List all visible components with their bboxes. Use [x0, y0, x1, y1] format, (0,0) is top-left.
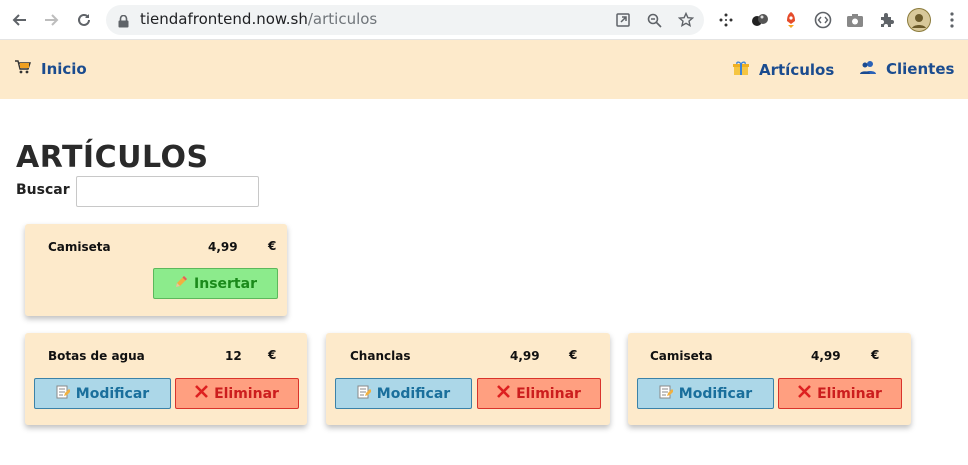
cross-icon — [195, 385, 208, 402]
star-icon[interactable] — [677, 11, 695, 29]
zoom-icon[interactable] — [645, 11, 663, 29]
article-price: 4,99 — [208, 240, 238, 254]
modify-button[interactable]: Modificar — [34, 378, 171, 409]
delete-label: Eliminar — [214, 385, 279, 402]
article-card: Chanclas 4,99 € Modificar Eliminar — [326, 333, 610, 425]
extension-balls-icon[interactable] — [750, 10, 770, 30]
currency-symbol: € — [268, 348, 277, 362]
delete-button[interactable]: Eliminar — [175, 378, 299, 409]
memo-icon — [357, 385, 372, 403]
article-card: Camiseta 4,99 € Modificar Eliminar — [628, 333, 911, 425]
shopping-cart-icon — [15, 60, 31, 78]
open-in-app-icon[interactable] — [614, 11, 632, 29]
modify-button[interactable]: Modificar — [637, 378, 774, 409]
users-icon — [860, 60, 876, 78]
app-navbar: Inicio Artículos Clientes — [0, 40, 968, 99]
gift-icon — [733, 60, 749, 80]
profile-avatar-icon[interactable] — [907, 8, 931, 32]
nav-link-articles[interactable]: Artículos — [733, 60, 834, 80]
modify-label: Modificar — [376, 385, 451, 402]
search-input[interactable] — [76, 176, 259, 207]
insert-button[interactable]: Insertar — [153, 268, 278, 299]
delete-label: Eliminar — [516, 385, 581, 402]
article-card: Botas de agua 12 € Modificar Eliminar — [25, 333, 307, 425]
search-label: Buscar — [16, 182, 70, 198]
currency-symbol: € — [268, 239, 277, 253]
nav-clients-label: Clientes — [886, 60, 955, 78]
memo-icon — [659, 385, 674, 403]
nav-link-home[interactable]: Inicio — [15, 60, 87, 78]
delete-button[interactable]: Eliminar — [477, 378, 601, 409]
extension-rocket-icon[interactable] — [781, 10, 801, 30]
nav-home-label: Inicio — [41, 60, 87, 78]
currency-symbol: € — [871, 348, 880, 362]
memo-icon — [56, 385, 71, 403]
puzzle-icon[interactable] — [877, 10, 897, 30]
nav-articles-label: Artículos — [759, 61, 835, 79]
menu-dots-icon[interactable] — [942, 10, 962, 30]
nav-link-clients[interactable]: Clientes — [860, 60, 954, 78]
currency-symbol: € — [569, 348, 578, 362]
forward-icon[interactable] — [39, 7, 65, 33]
article-name: Camiseta — [48, 240, 111, 254]
reload-icon[interactable] — [71, 7, 97, 33]
address-bar[interactable]: tiendafrontend.now.sh/articulos — [106, 5, 704, 35]
cross-icon — [798, 385, 811, 402]
modify-button[interactable]: Modificar — [335, 378, 472, 409]
pencil-icon — [174, 275, 188, 293]
lock-icon[interactable] — [118, 13, 129, 32]
new-article-card: Camiseta 4,99 € Insertar — [25, 224, 287, 316]
article-name: Botas de agua — [48, 349, 145, 363]
extension-dots-icon[interactable] — [716, 10, 736, 30]
url-text[interactable]: tiendafrontend.now.sh/articulos — [140, 10, 377, 28]
camera-icon[interactable] — [845, 10, 865, 30]
delete-label: Eliminar — [817, 385, 882, 402]
browser-toolbar: tiendafrontend.now.sh/articulos — [0, 0, 968, 40]
article-price: 4,99 — [510, 349, 540, 363]
article-name: Camiseta — [650, 349, 713, 363]
insert-label: Insertar — [194, 275, 257, 292]
page-title: ARTÍCULOS — [16, 140, 209, 175]
back-icon[interactable] — [6, 7, 32, 33]
article-price: 12 — [225, 349, 242, 363]
modify-label: Modificar — [75, 385, 150, 402]
extension-code-icon[interactable] — [813, 10, 833, 30]
cross-icon — [497, 385, 510, 402]
delete-button[interactable]: Eliminar — [778, 378, 902, 409]
article-name: Chanclas — [350, 349, 411, 363]
modify-label: Modificar — [678, 385, 753, 402]
article-price: 4,99 — [811, 349, 841, 363]
